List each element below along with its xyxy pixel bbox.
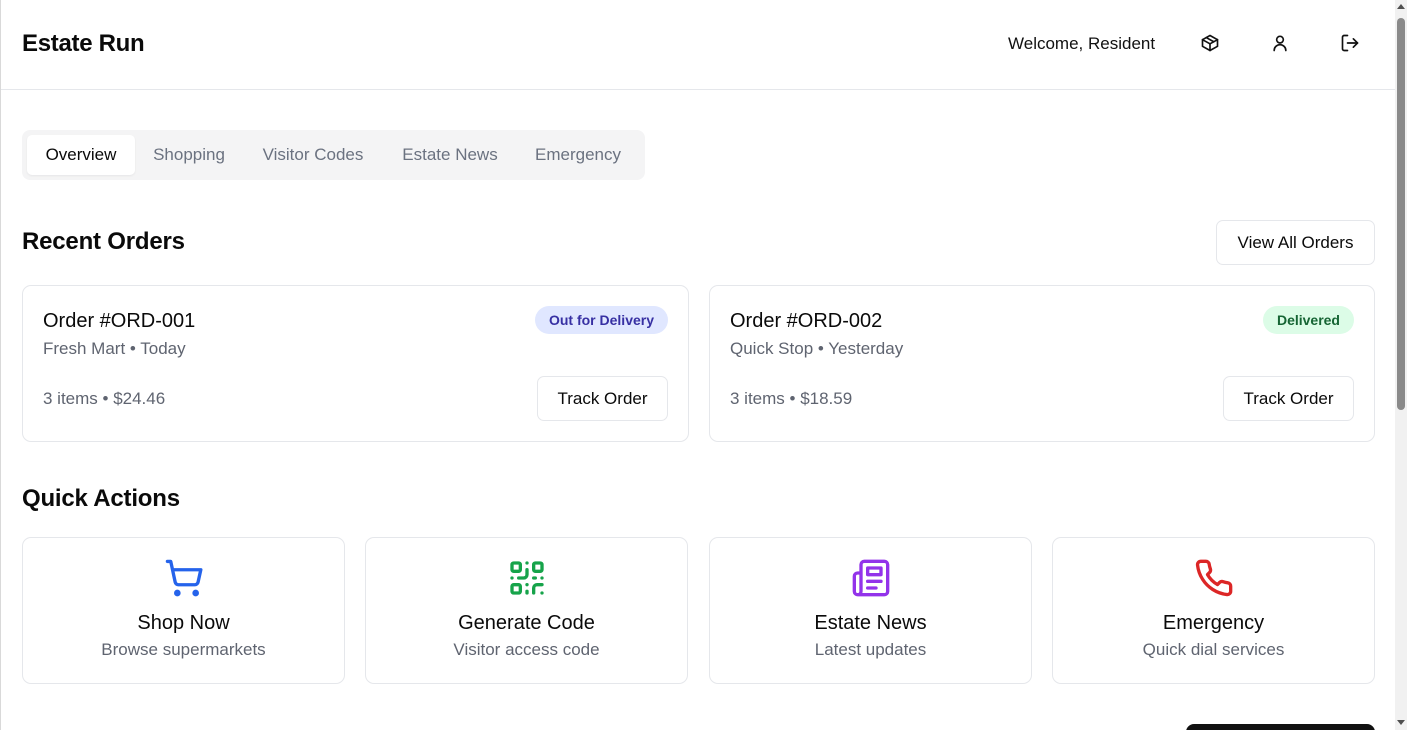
quick-action-subtitle: Latest updates: [814, 640, 927, 659]
scroll-down-arrow-icon[interactable]: [1397, 720, 1405, 725]
order-summary: 3 items • $24.46: [43, 389, 166, 408]
track-order-button[interactable]: Track Order: [1223, 376, 1354, 421]
quick-action-subtitle: Quick dial services: [1142, 640, 1285, 659]
vertical-scrollbar[interactable]: [1395, 0, 1407, 730]
qr-code-icon: [507, 558, 547, 598]
tab-emergency[interactable]: Emergency: [522, 135, 634, 175]
scroll-up-arrow-icon[interactable]: [1397, 4, 1405, 9]
tab-shopping[interactable]: Shopping: [139, 135, 239, 175]
quick-action-title: Emergency: [1162, 612, 1265, 634]
order-summary: 3 items • $18.59: [730, 389, 853, 408]
order-card: Order #ORD-002 Delivered Quick Stop • Ye…: [709, 285, 1375, 442]
quick-action-generate-code[interactable]: Generate Code Visitor access code: [365, 537, 688, 684]
tab-estate-news[interactable]: Estate News: [388, 135, 512, 175]
logout-icon[interactable]: [1338, 31, 1362, 55]
tab-bar: Overview Shopping Visitor Codes Estate N…: [22, 130, 645, 180]
order-meta: Fresh Mart • Today: [43, 339, 186, 358]
quick-action-estate-news[interactable]: Estate News Latest updates: [709, 537, 1032, 684]
shopping-cart-icon: [164, 558, 204, 598]
app-title: Estate Run: [22, 30, 145, 57]
track-order-button[interactable]: Track Order: [537, 376, 668, 421]
order-meta: Quick Stop • Yesterday: [730, 339, 904, 358]
package-icon[interactable]: [1198, 31, 1222, 55]
user-icon[interactable]: [1268, 31, 1292, 55]
scrollbar-thumb[interactable]: [1397, 18, 1405, 410]
quick-actions-title: Quick Actions: [22, 485, 180, 512]
newspaper-icon: [851, 558, 891, 598]
quick-action-title: Shop Now: [137, 612, 230, 634]
view-all-orders-button[interactable]: View All Orders: [1216, 220, 1375, 265]
quick-action-title: Estate News: [814, 612, 927, 634]
floating-dark-button[interactable]: [1186, 724, 1375, 730]
order-card: Order #ORD-001 Out for Delivery Fresh Ma…: [22, 285, 689, 442]
order-title: Order #ORD-002: [730, 310, 883, 332]
recent-orders-title: Recent Orders: [22, 228, 185, 255]
quick-action-emergency[interactable]: Emergency Quick dial services: [1052, 537, 1375, 684]
phone-icon: [1194, 558, 1234, 598]
tab-overview[interactable]: Overview: [27, 135, 135, 175]
page: Estate Run Welcome, Resident Overview Sh…: [0, 0, 1396, 730]
quick-action-shop-now[interactable]: Shop Now Browse supermarkets: [22, 537, 345, 684]
quick-action-title: Generate Code: [458, 612, 595, 634]
status-badge: Out for Delivery: [534, 306, 668, 334]
welcome-text: Welcome, Resident: [1008, 34, 1156, 53]
tab-visitor-codes[interactable]: Visitor Codes: [248, 135, 378, 175]
order-title: Order #ORD-001: [43, 310, 196, 332]
quick-action-subtitle: Browse supermarkets: [101, 640, 266, 659]
quick-action-subtitle: Visitor access code: [453, 640, 600, 659]
status-badge: Delivered: [1262, 306, 1354, 334]
top-header: Estate Run Welcome, Resident: [1, 0, 1396, 90]
